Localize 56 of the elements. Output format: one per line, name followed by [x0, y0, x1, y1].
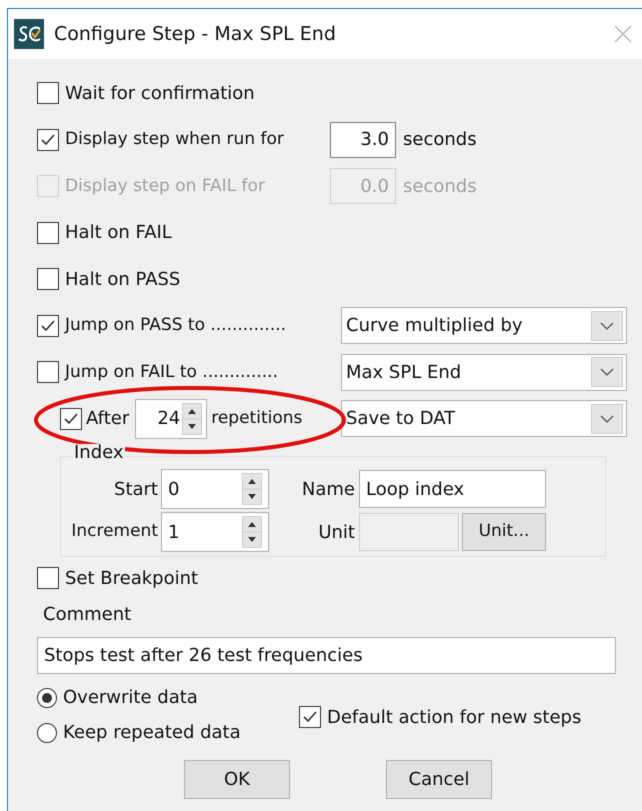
field-label: Unit — [317, 520, 356, 544]
start-spinner[interactable]: 0 — [161, 469, 269, 509]
checkmark-icon — [302, 709, 318, 725]
chevron-down-icon — [591, 357, 623, 388]
unit-field[interactable] — [359, 513, 459, 551]
spinner-arrows-icon[interactable] — [182, 402, 202, 435]
repetitions-label: repetitions — [211, 407, 302, 430]
checkbox-label: Default action for new steps — [327, 706, 582, 730]
field-label: Name — [300, 478, 356, 502]
checkmark-icon — [40, 318, 56, 334]
repetitions-spinner[interactable]: 24 — [135, 398, 208, 439]
increment-spinner[interactable]: 1 — [161, 512, 269, 552]
radio-label: Keep repeated data — [63, 721, 241, 745]
unit-label: seconds — [403, 128, 477, 152]
checkbox-label: Set Breakpoint — [65, 566, 198, 590]
checkbox[interactable] — [37, 128, 59, 151]
unit-label: seconds — [403, 174, 477, 199]
checkmark-icon — [63, 410, 79, 427]
spinner-arrows-icon[interactable] — [242, 516, 262, 548]
comment-field[interactable]: Stops test after 26 test frequencies — [37, 637, 616, 674]
checkbox-label: Jump on FAIL to .............. — [65, 360, 278, 384]
checkbox[interactable] — [37, 361, 59, 384]
checkbox-label: Jump on PASS to .............. — [65, 314, 286, 337]
checkbox[interactable] — [37, 82, 59, 104]
radio-label: Overwrite data — [63, 686, 198, 710]
radio-button[interactable] — [37, 722, 57, 742]
checkbox-label: After — [86, 407, 130, 432]
checkbox-label: Halt on PASS — [65, 268, 180, 292]
checkbox[interactable] — [299, 706, 321, 728]
radio-button[interactable] — [37, 688, 57, 708]
chevron-down-icon — [591, 404, 623, 434]
field-label: Start — [113, 478, 159, 502]
window-title: Configure Step - Max SPL End — [54, 22, 337, 47]
unit-button[interactable]: Unit... — [462, 513, 546, 551]
checkbox[interactable] — [37, 567, 59, 589]
checkbox[interactable] — [37, 268, 59, 290]
dropdown[interactable]: Curve multiplied by — [341, 307, 627, 344]
app-logo-icon — [14, 19, 44, 49]
checkbox[interactable] — [60, 408, 82, 430]
chevron-down-icon — [591, 310, 623, 341]
dialog-button[interactable]: OK — [184, 760, 290, 799]
comment-label: Comment — [43, 603, 132, 627]
seconds-field[interactable]: 3.0 — [330, 122, 396, 158]
dialog-button[interactable]: Cancel — [386, 760, 492, 799]
spinner-arrows-icon[interactable] — [242, 473, 262, 505]
checkbox-label: Halt on FAIL — [65, 221, 172, 246]
field-label: Increment — [70, 520, 159, 544]
dropdown[interactable]: Save to DAT — [341, 400, 627, 438]
checkbox-label: Wait for confirmation — [65, 82, 255, 106]
checkbox-label: Display step when run for — [65, 128, 284, 151]
checkmark-icon — [40, 132, 56, 148]
dropdown[interactable]: Max SPL End — [341, 354, 627, 391]
name-field[interactable]: Loop index — [359, 470, 546, 508]
checkbox-label: Display step on FAIL for — [65, 174, 265, 198]
checkbox[interactable] — [37, 314, 59, 337]
checkbox[interactable] — [37, 222, 59, 244]
